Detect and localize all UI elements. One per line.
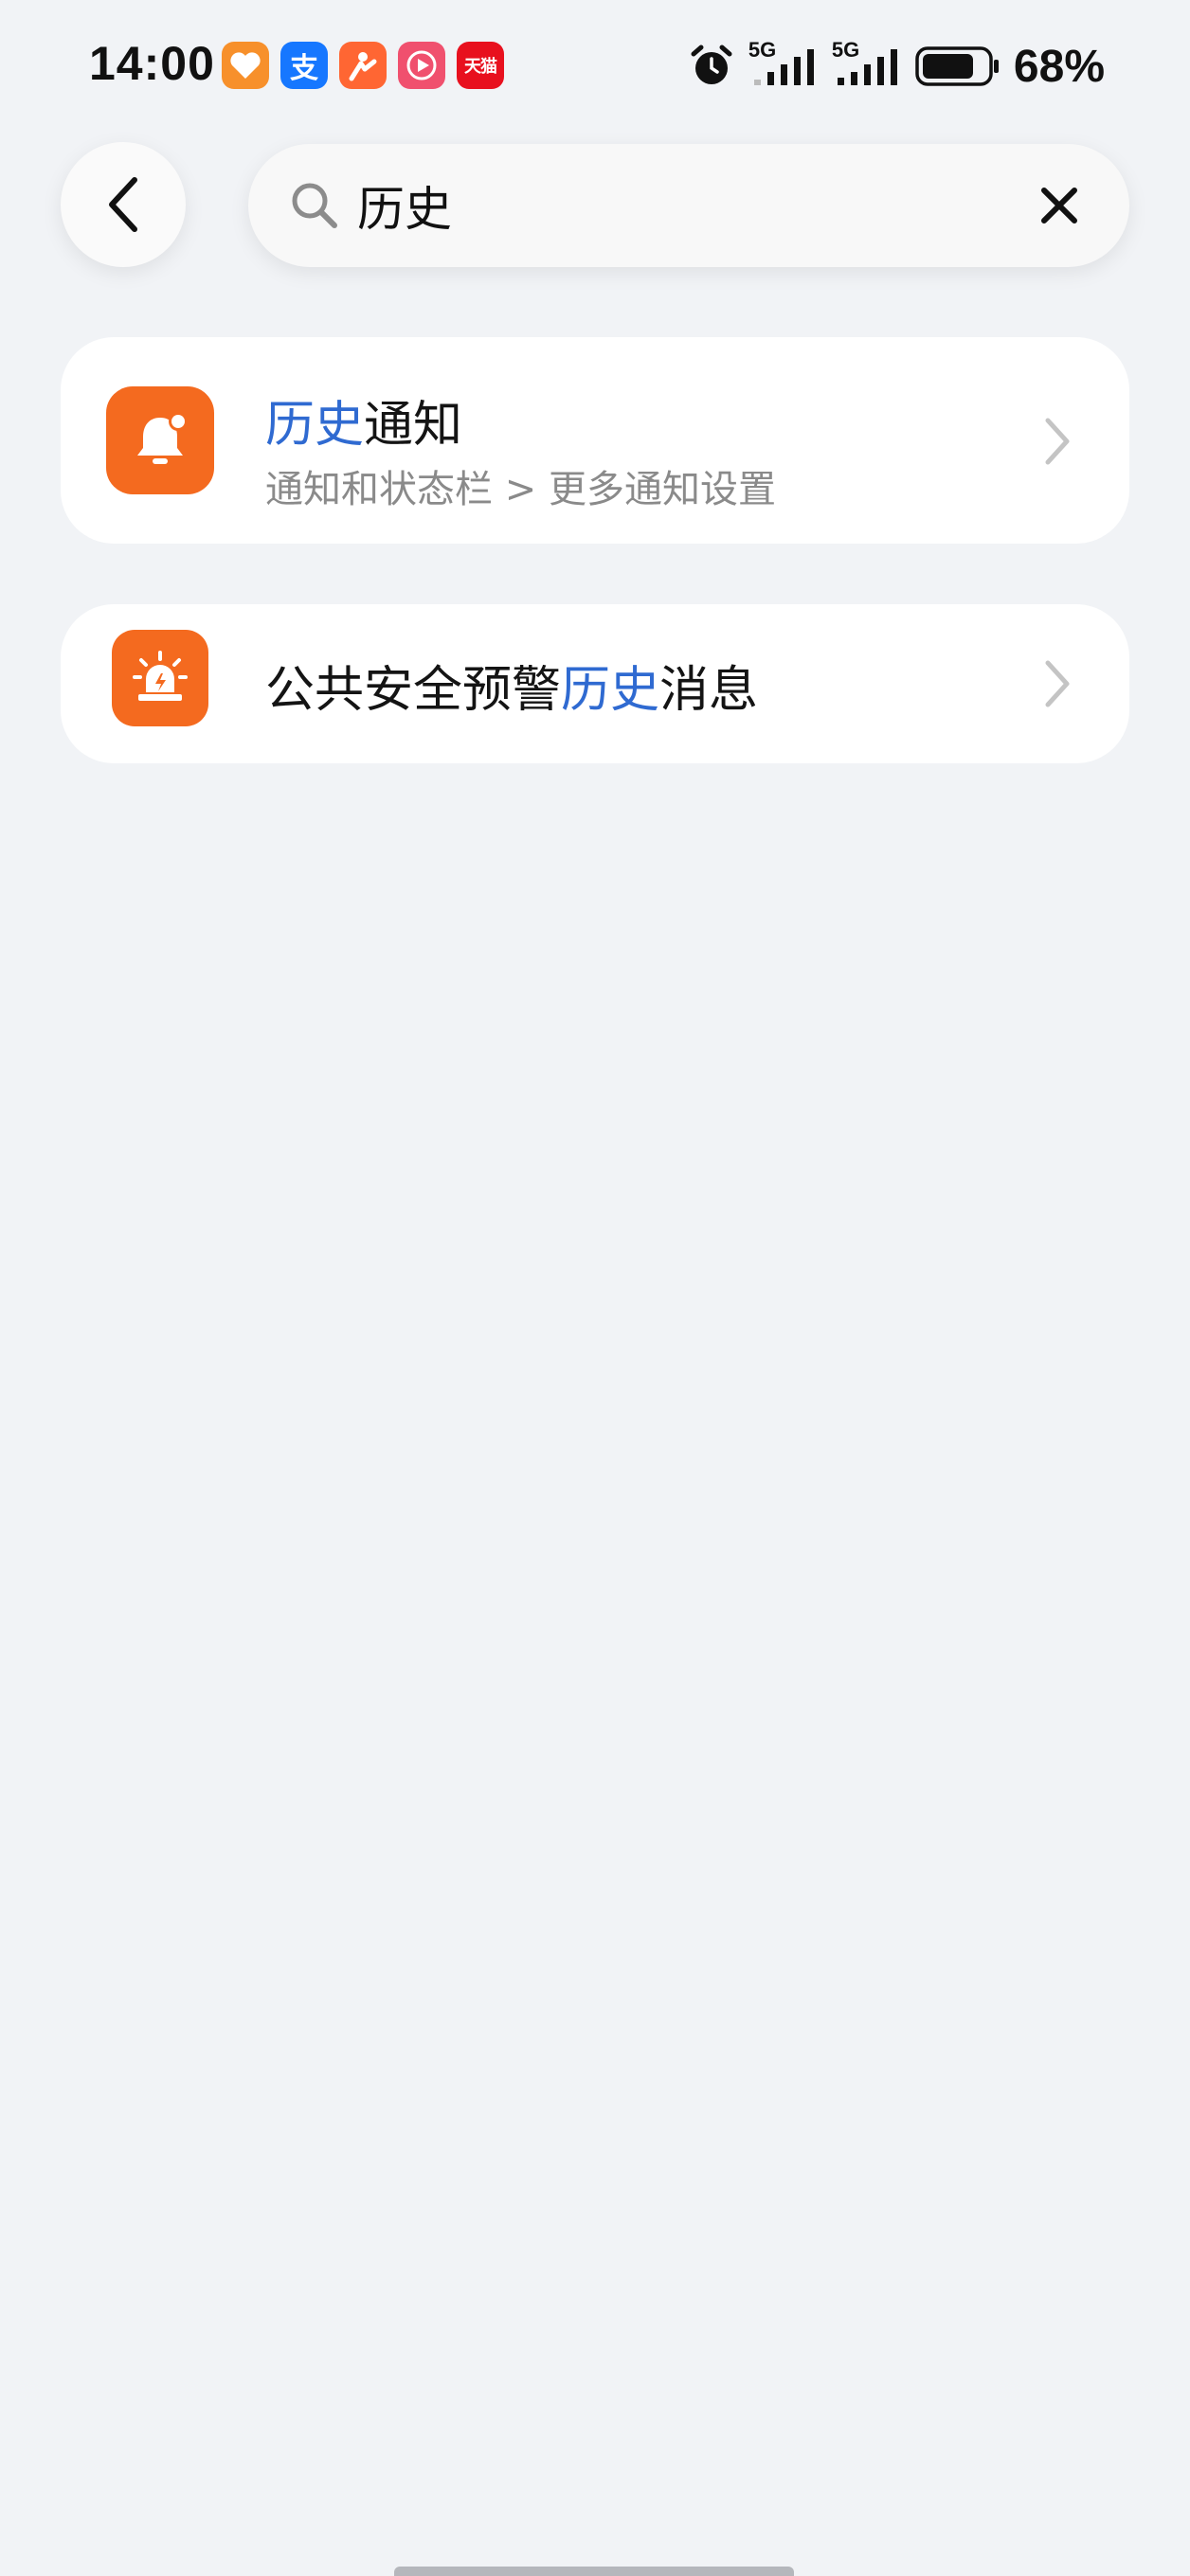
battery-icon	[915, 46, 999, 86]
chevron-right-icon	[1045, 660, 1070, 707]
close-icon	[1041, 188, 1077, 224]
signal-bars-icon	[753, 49, 814, 85]
result-title: 历史通知	[265, 385, 462, 456]
signal-sim-2: 5G	[832, 38, 902, 89]
search-result-history-notifications[interactable]: 历史通知 通知和状态栏 > 更多通知设置	[61, 337, 1129, 544]
notification-bell-icon	[106, 386, 214, 494]
status-time: 14:00	[89, 37, 215, 90]
title-highlight: 历史	[561, 662, 660, 719]
search-bar[interactable]	[248, 144, 1129, 267]
health-app-icon	[222, 42, 269, 89]
settings-search-page: 14:00 支 天猫 5G 5G 68% 历史 历史通知 通知和状态栏 > 更多…	[0, 0, 1190, 2576]
result-path: 通知和状态栏 > 更多通知设置	[265, 468, 776, 511]
title-highlight: 历史	[265, 397, 365, 454]
chevron-left-icon	[109, 177, 137, 232]
status-indicators: 5G 5G 68%	[688, 36, 1105, 97]
back-button[interactable]	[61, 142, 186, 267]
search-input[interactable]	[357, 170, 964, 241]
status-bar: 14:00 支 天猫 5G 5G 68%	[0, 0, 1190, 133]
video-app-icon	[398, 42, 445, 89]
dianping-app-icon	[339, 42, 387, 89]
signal-bars-icon	[837, 49, 897, 85]
emergency-alert-icon	[112, 630, 208, 726]
notification-app-icons: 支 天猫	[222, 42, 504, 89]
title-suffix: 消息	[659, 662, 759, 719]
title-prefix: 公共安全预警	[265, 662, 562, 719]
tmall-app-icon: 天猫	[457, 42, 504, 89]
battery-percentage: 68%	[1013, 41, 1105, 92]
alipay-app-icon: 支	[280, 42, 328, 89]
title-rest: 通知	[364, 397, 463, 454]
search-result-public-safety-alert-history[interactable]: 公共安全预警历史消息	[61, 604, 1129, 763]
alarm-icon	[691, 45, 732, 84]
result-title: 公共安全预警历史消息	[265, 650, 758, 721]
home-indicator[interactable]	[394, 2567, 794, 2576]
clear-search-button[interactable]	[1031, 177, 1088, 234]
search-icon	[286, 177, 343, 234]
chevron-right-icon	[1045, 418, 1070, 465]
signal-sim-1: 5G	[748, 38, 819, 89]
